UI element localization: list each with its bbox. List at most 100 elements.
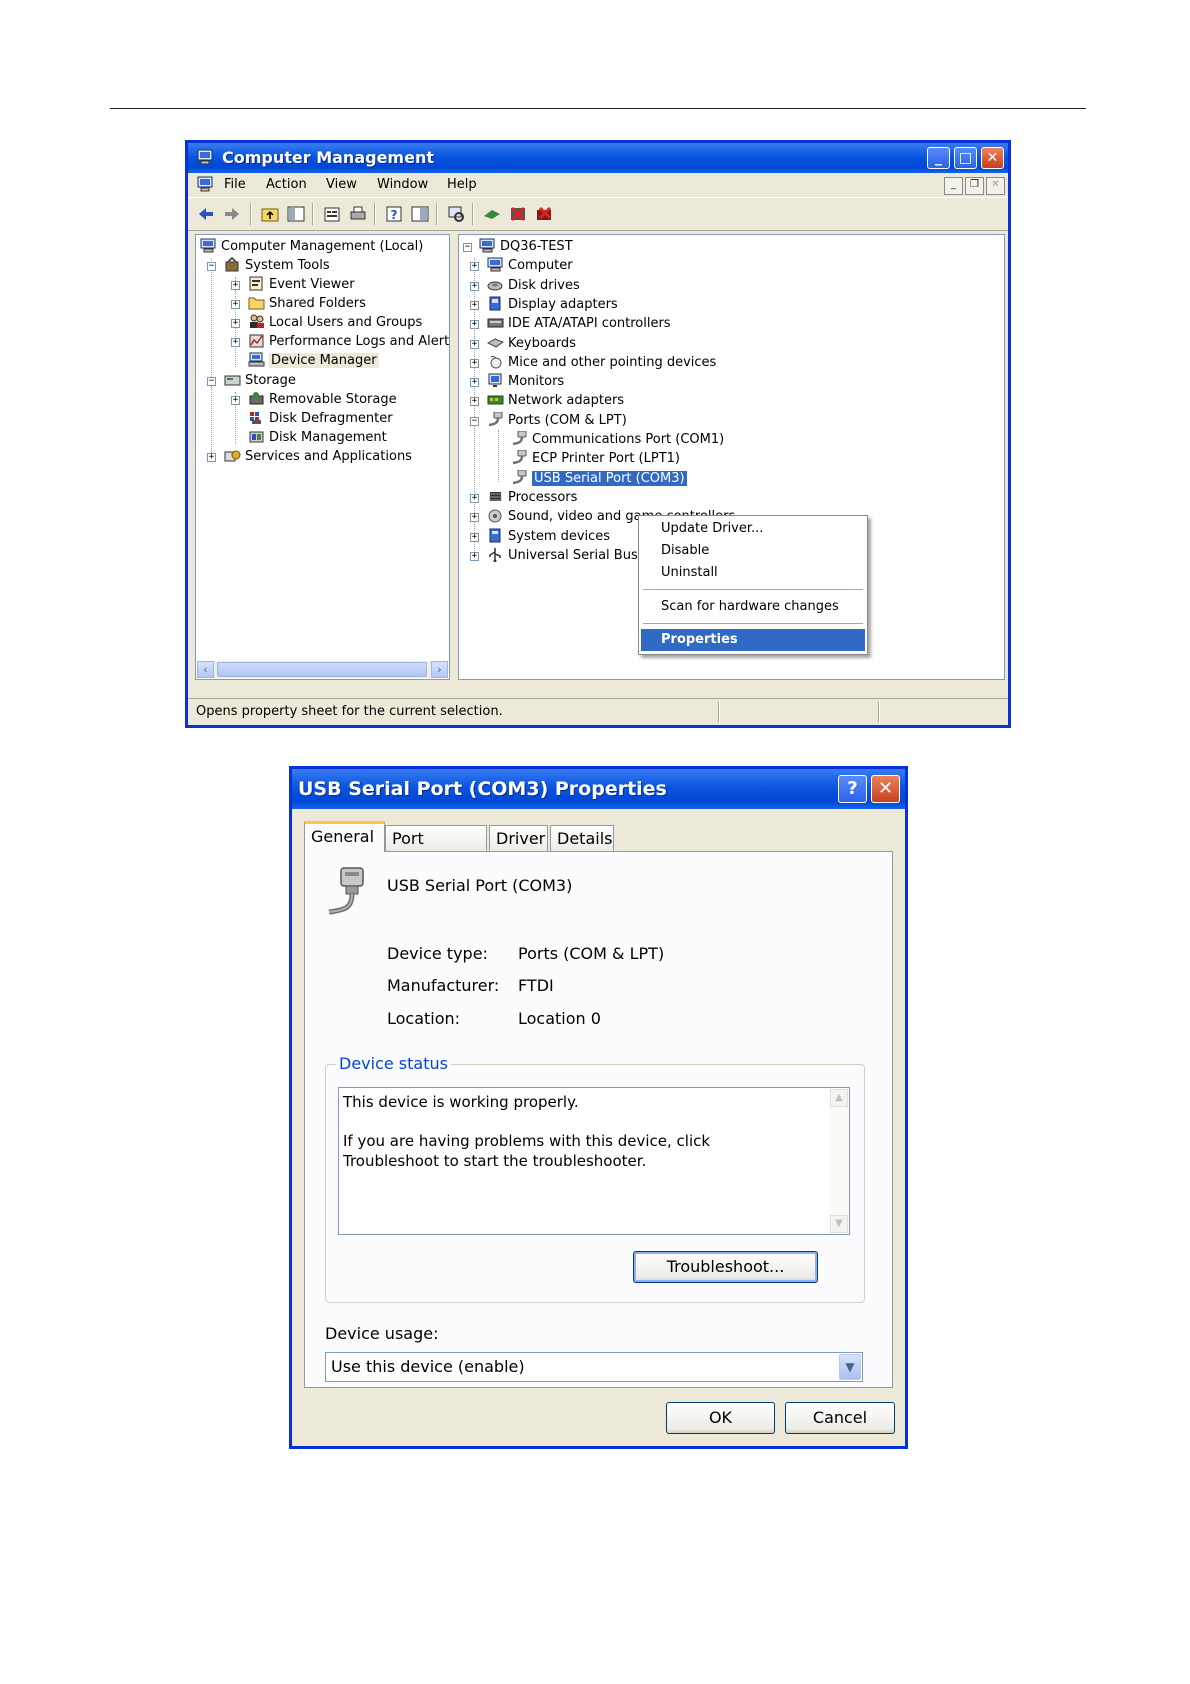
tree-item-system-tools[interactable]: System Tools [224,256,330,275]
tree-item-event-viewer[interactable]: Event Viewer [248,275,355,294]
menu-file[interactable]: File [224,177,246,192]
tab-details[interactable]: Details [550,825,614,851]
menu-action[interactable]: Action [266,177,307,192]
expand-toggle[interactable]: + [470,493,479,503]
expand-toggle[interactable]: + [231,319,240,328]
tree-item-system-devices[interactable]: System devices [487,527,610,546]
scan-hardware-icon[interactable] [446,204,466,224]
back-arrow-icon[interactable] [196,204,216,224]
tree-item-keyboards[interactable]: Keyboards [487,334,576,353]
device-usage-select[interactable]: Use this device (enable) ▼ [325,1352,863,1382]
print-icon[interactable] [348,204,368,224]
chevron-down-icon[interactable]: ▼ [839,1354,861,1380]
menu-item-scan-hardware[interactable]: Scan for hardware changes [641,596,865,618]
tab-driver[interactable]: Driver [489,825,548,851]
close-button[interactable]: ✕ [981,147,1004,169]
maximize-button[interactable]: □ [954,147,977,169]
tree-item-device-manager[interactable]: Device Manager [248,351,379,370]
tree-item-display-adapters[interactable]: Display adapters [487,295,618,314]
update-driver-icon[interactable] [482,204,502,224]
menu-help[interactable]: Help [447,177,477,192]
help-button[interactable]: ? [838,775,867,803]
tree-item-monitors[interactable]: Monitors [487,372,564,391]
menu-view[interactable]: View [326,177,357,192]
up-folder-icon[interactable] [260,204,280,224]
expand-toggle[interactable]: + [470,397,479,407]
tree-item-ecp-printer-port-lpt1[interactable]: ECP Printer Port (LPT1) [511,449,680,468]
expand-toggle[interactable]: + [231,396,240,405]
mdi-close-button[interactable]: ✕ [986,177,1005,195]
scroll-left-button[interactable]: ‹ [197,661,214,678]
console-tree-pane[interactable]: Computer Management (Local) − System Too… [195,234,450,680]
tree-item-performance-logs[interactable]: Performance Logs and Alerts [248,332,449,351]
tab-general[interactable]: General [304,821,385,852]
scroll-right-button[interactable]: › [431,661,448,678]
ok-button[interactable]: OK [666,1402,775,1434]
collapse-toggle[interactable]: − [463,243,472,252]
tree-item-services-and-applications[interactable]: Services and Applications [224,447,412,466]
collapse-toggle[interactable]: − [207,377,216,386]
scroll-up-button[interactable]: ▲ [830,1089,848,1107]
vertical-scrollbar[interactable]: ▲ ▼ [830,1089,848,1233]
collapse-toggle[interactable]: − [207,262,216,271]
tree-item-shared-folders[interactable]: Shared Folders [248,294,366,313]
cancel-button[interactable]: Cancel [785,1402,895,1434]
tree-item-ide-ata-atapi-controllers[interactable]: IDE ATA/ATAPI controllers [487,314,671,333]
menu-item-uninstall[interactable]: Uninstall [641,562,865,584]
tree-item-dq36-test[interactable]: DQ36-TEST [479,237,573,256]
disable-device-icon[interactable] [508,204,528,224]
troubleshoot-button[interactable]: Troubleshoot... [633,1251,818,1283]
menu-window[interactable]: Window [377,177,428,192]
expand-toggle[interactable]: + [231,300,240,309]
dialog-close-button[interactable]: ✕ [871,775,900,803]
expand-toggle[interactable]: + [470,358,479,368]
expand-toggle[interactable]: + [470,532,479,542]
help-icon[interactable]: ? [384,204,404,224]
tree-item-local-users-and-groups[interactable]: Local Users and Groups [248,313,422,332]
tree-item-disk-drives[interactable]: Disk drives [487,276,580,295]
tree-item-removable-storage[interactable]: Removable Storage [248,390,397,409]
menu-item-update-driver[interactable]: Update Driver... [641,518,865,540]
scroll-down-button[interactable]: ▼ [830,1215,848,1233]
expand-toggle[interactable]: + [470,281,479,291]
uninstall-device-icon[interactable] [534,204,554,224]
tree-item-ports-com-lpt[interactable]: Ports (COM & LPT) [487,411,627,430]
expand-toggle[interactable]: + [470,339,479,349]
tree-item-mice-and-other-pointing-devices[interactable]: Mice and other pointing devices [487,353,716,372]
mdi-minimize-button[interactable]: _ [944,177,963,195]
expand-toggle[interactable]: + [470,513,479,523]
forward-arrow-icon[interactable] [222,204,242,224]
tree-item-usb-serial-port-com3[interactable]: USB Serial Port (COM3) [511,469,687,488]
expand-toggle[interactable]: + [470,320,479,330]
expand-toggle[interactable]: + [231,338,240,347]
tree-item-storage[interactable]: Storage [224,371,296,390]
minimize-button[interactable]: _ [927,147,950,169]
title-bar[interactable]: Computer Management _ □ ✕ [188,143,1008,173]
expand-toggle[interactable]: + [470,378,479,388]
device-status-textbox[interactable]: This device is working properly. If you … [338,1087,850,1235]
expand-toggle[interactable]: + [470,262,479,272]
menu-item-disable[interactable]: Disable [641,540,865,562]
horizontal-scrollbar[interactable]: ‹ › [197,661,448,678]
expand-toggle[interactable]: + [207,453,216,462]
tab-port-settings[interactable]: Port Settings [385,825,487,874]
tree-item-communications-port-com1[interactable]: Communications Port (COM1) [511,430,724,449]
collapse-toggle[interactable]: − [470,416,479,426]
tree-item-disk-defragmenter[interactable]: Disk Defragmenter [248,409,393,428]
expand-toggle[interactable]: + [470,300,479,310]
show-hide-tree-icon[interactable] [286,204,306,224]
dialog-title-bar[interactable]: USB Serial Port (COM3) Properties ? ✕ [292,769,905,809]
tree-item-processors[interactable]: Processors [487,488,577,507]
tree-item-computer-management-local[interactable]: Computer Management (Local) [200,237,423,256]
expand-toggle[interactable]: + [231,281,240,290]
mdi-computer-icon[interactable] [196,176,214,193]
scroll-thumb[interactable] [217,662,427,677]
properties-icon[interactable] [322,204,342,224]
menu-item-properties[interactable]: Properties [641,629,865,651]
tree-item-computer[interactable]: Computer [487,256,573,275]
tree-item-disk-management[interactable]: Disk Management [248,428,387,447]
mdi-restore-button[interactable]: ❐ [965,177,984,195]
console-tree-icon[interactable] [410,204,430,224]
tree-item-network-adapters[interactable]: Network adapters [487,391,624,410]
expand-toggle[interactable]: + [470,551,479,561]
